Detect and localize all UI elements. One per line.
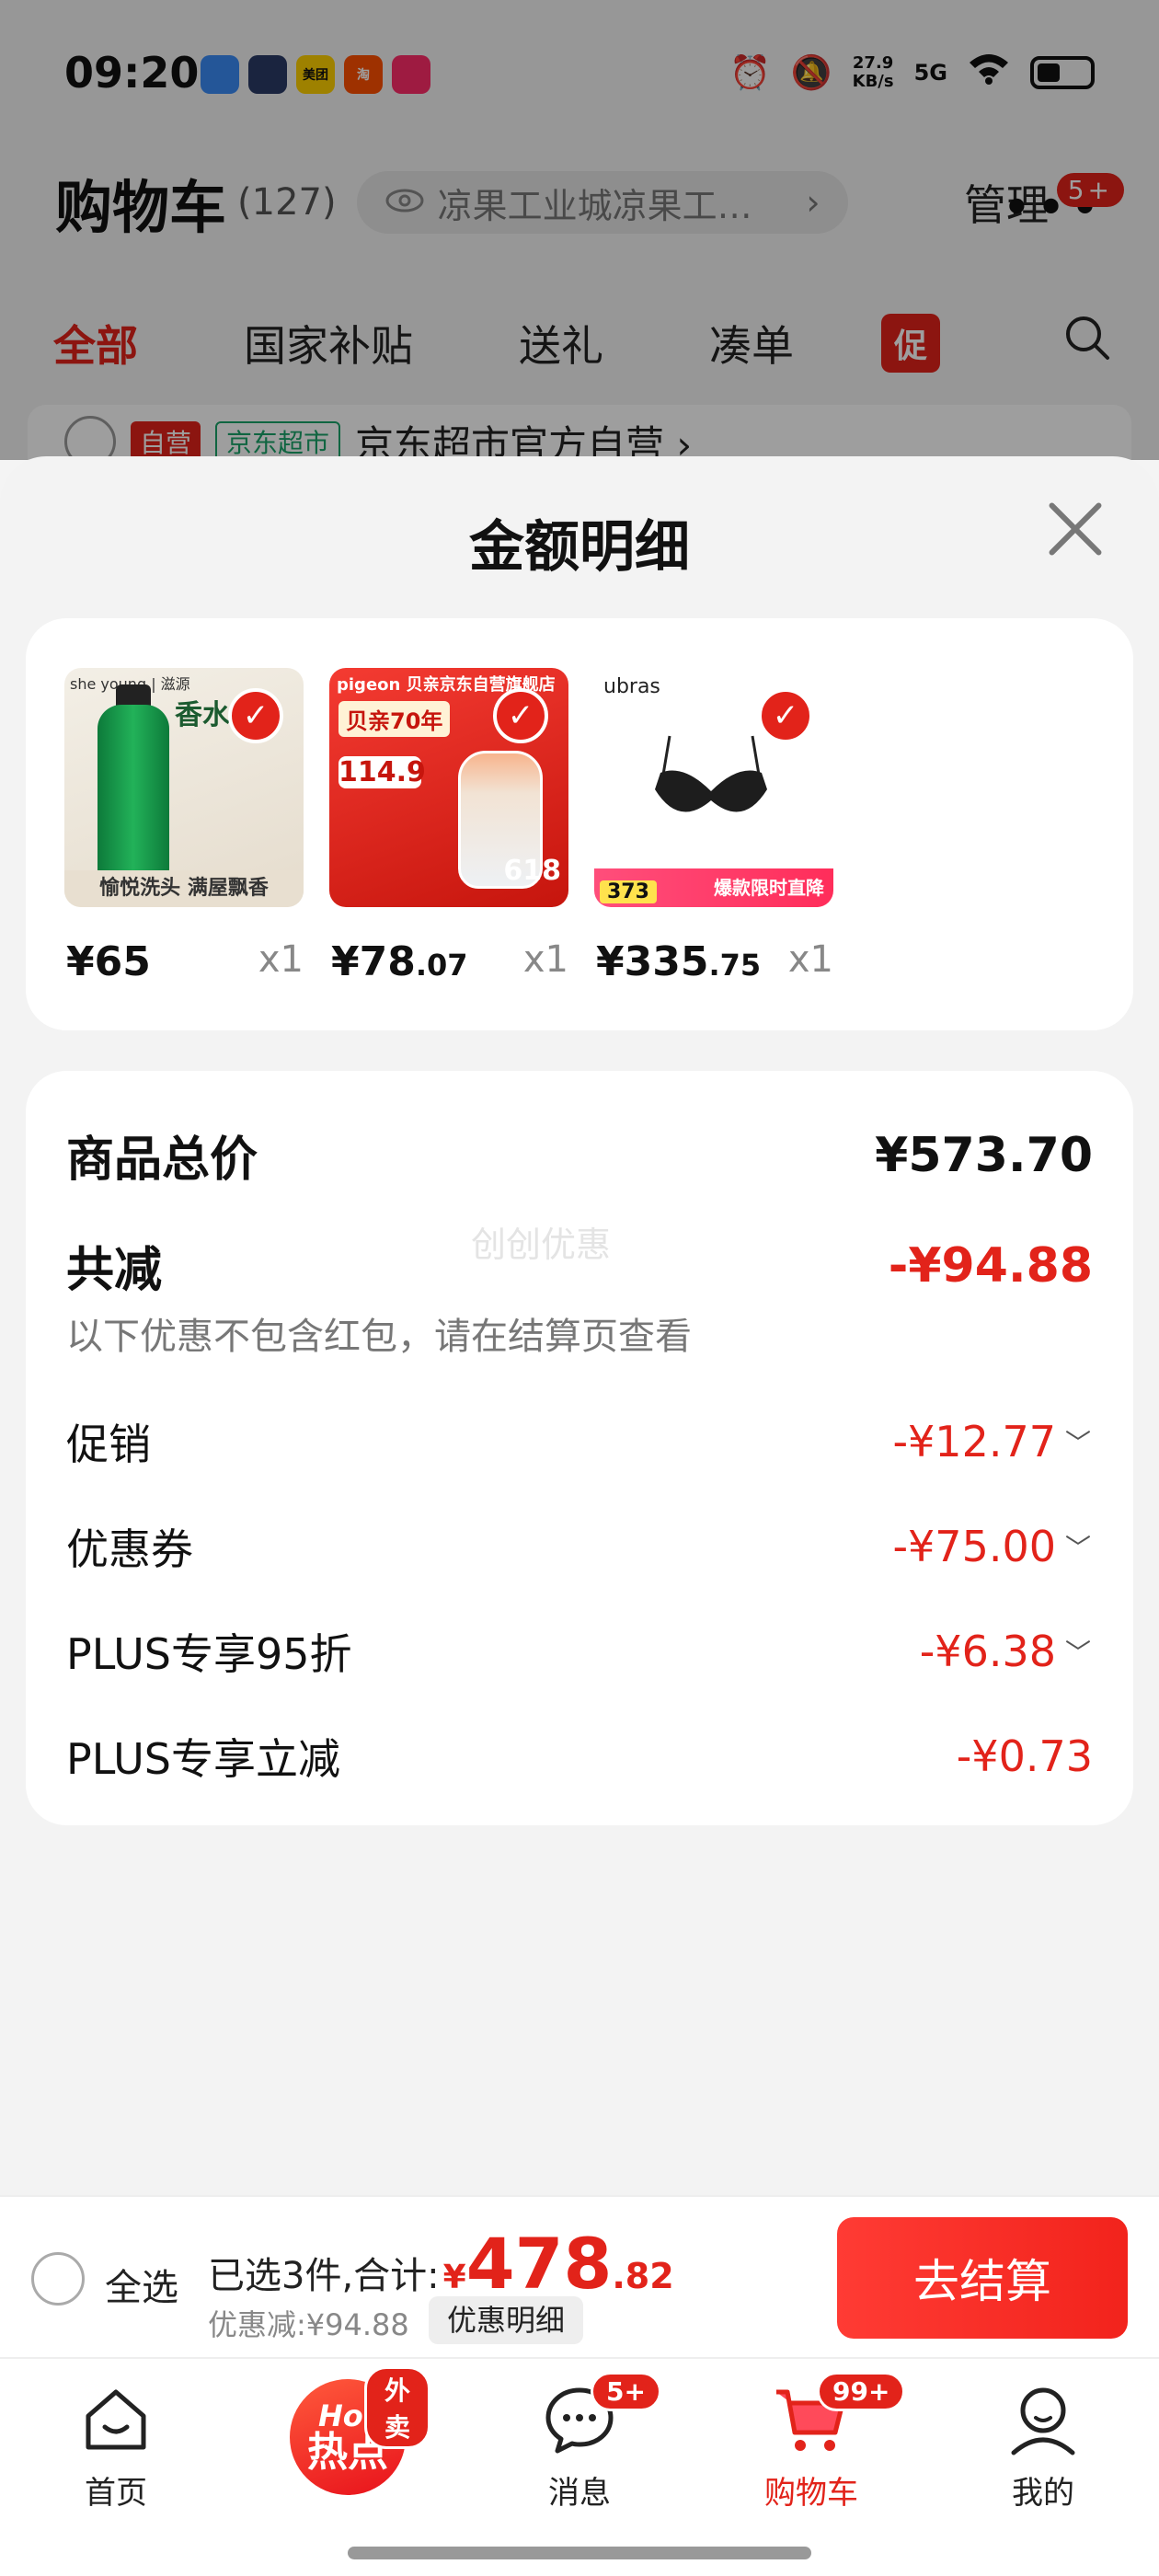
- amount-detail-card: 商品总价 ¥573.70 创创优惠 共减 -¥94.88 以下优惠不包含红包，请…: [26, 1071, 1133, 1825]
- product-item[interactable]: she young | 滋源 香水级 愉悦洗头 满屋飘香 ✓ ¥65 x1: [64, 668, 304, 985]
- price-int: ¥65: [66, 938, 151, 985]
- tab-label: 消息: [548, 2475, 611, 2512]
- product-image-brand: ubras: [603, 675, 660, 698]
- product-image: she young | 滋源 香水级 愉悦洗头 满屋飘香 ✓: [64, 668, 304, 907]
- tab-home[interactable]: 首页: [33, 2377, 199, 2513]
- product-price: ¥335.75: [596, 938, 761, 985]
- discount-label: PLUS专享立减: [66, 1734, 340, 1784]
- price-dec: .07: [415, 948, 468, 983]
- close-icon[interactable]: [1043, 497, 1107, 561]
- messages-badge: 5+: [591, 2372, 661, 2411]
- discount-detail-button[interactable]: 优惠明细: [429, 2296, 584, 2344]
- price-dec: .75: [708, 948, 762, 983]
- chevron-down-icon: ﹀: [1065, 1638, 1092, 1668]
- reduction-note: 以下优惠不包含红包，请在结算页查看: [66, 1316, 692, 1358]
- profile-icon: [960, 2377, 1126, 2462]
- discount-value: -¥6.38: [919, 1627, 1056, 1676]
- total-int: 478: [465, 2223, 613, 2305]
- product-qty: x1: [522, 938, 568, 981]
- discount-label: 优惠券: [66, 1524, 193, 1574]
- sheet-title: 金额明细: [469, 515, 690, 580]
- product-item[interactable]: pigeon 贝亲京东自营旗舰店 贝亲70年 114.9 618 ✓ ¥78.0…: [329, 668, 568, 985]
- product-image-price: 114.9: [339, 756, 426, 788]
- cart-badge: 99+: [817, 2372, 906, 2411]
- discount-value: -¥75.00: [892, 1522, 1056, 1571]
- product-item[interactable]: ubras 373 爆款限时直降 ✓ ¥335.75 x1: [594, 668, 833, 985]
- products-card: she young | 滋源 香水级 愉悦洗头 满屋飘香 ✓ ¥65 x1 pi…: [26, 618, 1133, 1030]
- discount-label: PLUS专享95折: [66, 1629, 352, 1679]
- product-image-heading: 贝亲70年: [339, 701, 451, 737]
- tab-mine[interactable]: 我的: [960, 2377, 1126, 2513]
- product-price: ¥78.07: [331, 938, 468, 985]
- tab-hot[interactable]: Hot 热点 外卖: [265, 2359, 430, 2506]
- discount-row-plus-95[interactable]: PLUS专享95折 -¥6.38 ﹀: [66, 1621, 1093, 1682]
- tab-label: 购物车: [764, 2475, 858, 2512]
- discount-row-coupon[interactable]: 优惠券 -¥75.00 ﹀: [66, 1516, 1093, 1577]
- check-icon[interactable]: ✓: [493, 688, 548, 743]
- bottle-shape: [98, 705, 169, 889]
- product-image: ubras 373 爆款限时直降 ✓: [594, 668, 833, 907]
- price-int: ¥78: [331, 938, 416, 985]
- discount-summary: 优惠减:¥94.88: [208, 2307, 409, 2342]
- total-reduction-value: -¥94.88: [888, 1237, 1093, 1294]
- chevron-down-icon: ﹀: [1065, 1428, 1092, 1458]
- home-icon: [33, 2377, 199, 2462]
- discount-value: -¥0.73: [956, 1731, 1093, 1781]
- select-all-checkbox[interactable]: [31, 2252, 85, 2306]
- discount-row-promotion[interactable]: 促销 -¥12.77 ﹀: [66, 1411, 1093, 1472]
- selected-summary: 已选3件,合计: ¥ 478 .82: [208, 2223, 674, 2305]
- total-price-value: ¥573.70: [875, 1127, 1093, 1183]
- bottom-tab-bar: 首页 Hot 热点 外卖 消息 5+ 购物车 99+ 我的: [0, 2357, 1159, 2576]
- product-image-number: 618: [503, 855, 561, 887]
- home-indicator[interactable]: [348, 2547, 811, 2559]
- total-reduction-label: 共减: [66, 1243, 163, 1298]
- check-icon[interactable]: ✓: [228, 688, 283, 743]
- product-image-strip-text: 爆款限时直降: [714, 877, 824, 899]
- dim-overlay[interactable]: [0, 0, 1159, 460]
- product-qty: x1: [258, 938, 304, 981]
- tab-cart[interactable]: 购物车 99+: [729, 2372, 906, 2513]
- product-image-price: 373: [600, 880, 657, 903]
- hot-badge: 外卖: [364, 2366, 430, 2449]
- tab-label: 我的: [1012, 2475, 1074, 2512]
- discount-value: -¥12.77: [892, 1417, 1056, 1466]
- amount-detail-sheet: 金额明细 she young | 滋源 香水级 愉悦洗头 满屋飘香 ✓ ¥65 …: [0, 456, 1159, 2195]
- tab-messages[interactable]: 消息 5+: [497, 2372, 662, 2513]
- check-icon[interactable]: ✓: [758, 688, 813, 743]
- discount-label: 促销: [66, 1420, 151, 1469]
- total-price-label: 商品总价: [66, 1133, 258, 1188]
- total-dec: .82: [612, 2256, 674, 2296]
- product-image: pigeon 贝亲京东自营旗舰店 贝亲70年 114.9 618 ✓: [329, 668, 568, 907]
- bra-illustration: [655, 735, 767, 812]
- checkout-bar: 全选 已选3件,合计: ¥ 478 .82 优惠减:¥94.88 优惠明细 去结…: [0, 2195, 1159, 2357]
- discount-row-plus-reduce: PLUS专享立减 -¥0.73: [66, 1726, 1093, 1787]
- product-image-band: 愉悦洗头 满屋飘香: [64, 870, 304, 907]
- total-price-row: 商品总价 ¥573.70: [66, 1121, 1093, 1190]
- tab-label: 首页: [85, 2475, 147, 2512]
- select-all-label[interactable]: 全选: [105, 2258, 178, 2311]
- product-qty: x1: [787, 938, 833, 981]
- chevron-down-icon: ﹀: [1065, 1533, 1092, 1563]
- checkout-button[interactable]: 去结算: [837, 2217, 1128, 2339]
- product-price: ¥65: [66, 938, 151, 985]
- total-reduction-row: 共减 -¥94.88: [66, 1231, 1093, 1300]
- price-int: ¥335: [596, 938, 709, 985]
- selected-text: 已选3件,合计:: [208, 2255, 440, 2297]
- total-currency: ¥: [442, 2259, 466, 2296]
